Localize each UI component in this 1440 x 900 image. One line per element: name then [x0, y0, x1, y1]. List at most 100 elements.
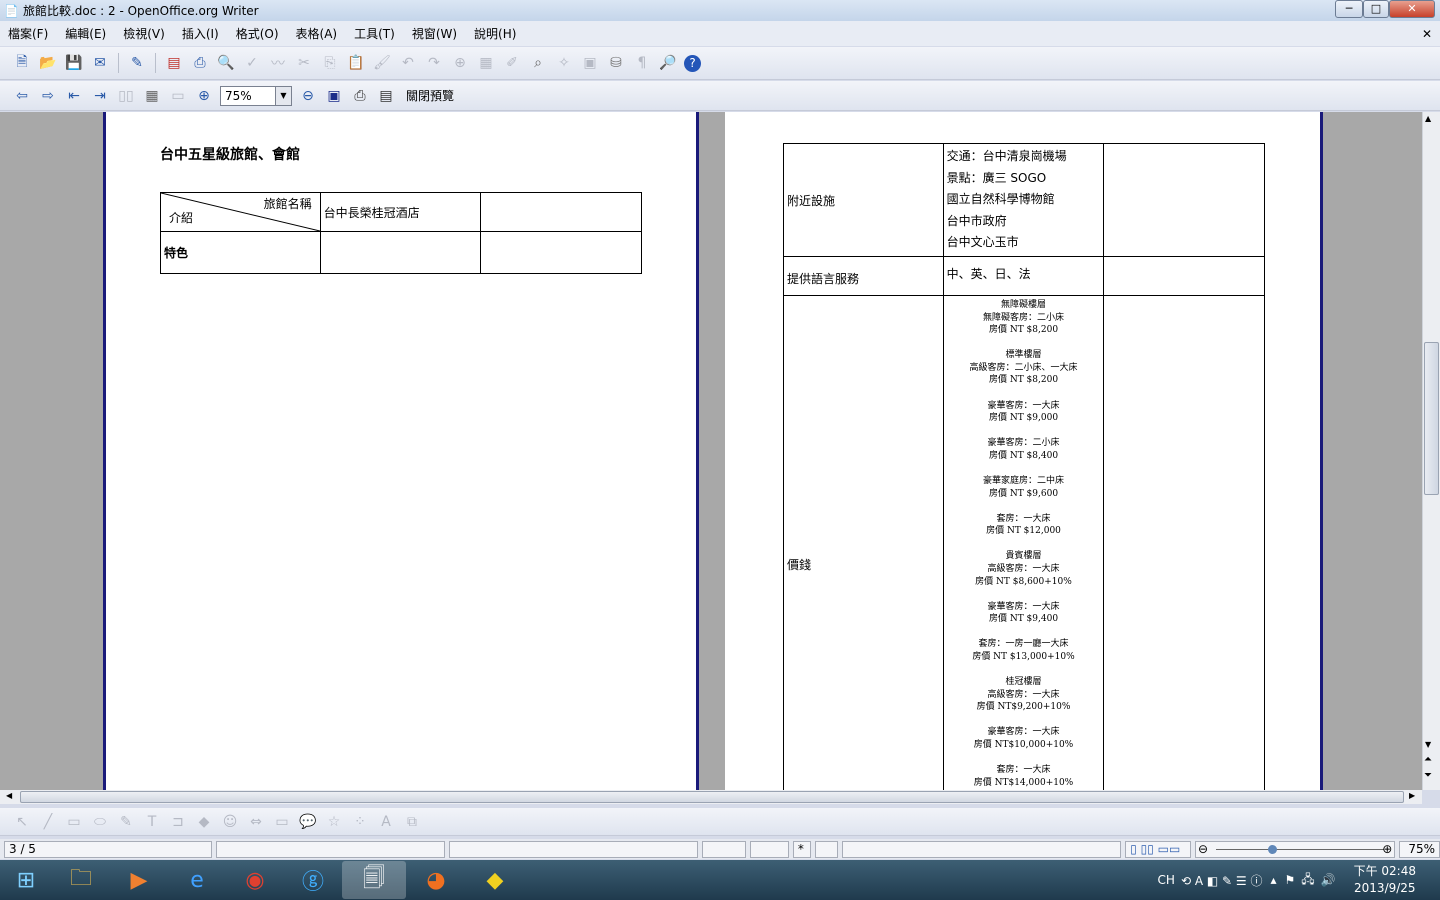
formatting-marks-icon[interactable]: ¶: [632, 53, 652, 73]
block-arrows-icon[interactable]: ⇔: [246, 812, 266, 832]
paste-icon[interactable]: 📋: [346, 53, 366, 73]
next-page-scroll-icon[interactable]: ⏷: [1424, 770, 1432, 781]
chevron-down-icon[interactable]: ▼: [275, 86, 291, 105]
menu-help[interactable]: 說明(H): [474, 25, 516, 42]
line-icon[interactable]: ╱: [38, 812, 58, 832]
text-icon[interactable]: T: [142, 812, 162, 832]
select-icon[interactable]: ↖: [12, 812, 32, 832]
callout-icon[interactable]: ⊐: [168, 812, 188, 832]
spellcheck-icon[interactable]: ✓: [242, 53, 262, 73]
ellipse-icon[interactable]: ⬭: [90, 812, 110, 832]
find-replace-icon[interactable]: ⌕: [528, 53, 548, 73]
multiple-pages-icon[interactable]: ▦: [142, 86, 162, 106]
volume-icon[interactable]: 🔊: [1321, 873, 1336, 887]
two-pages-icon[interactable]: ▯▯: [116, 86, 136, 106]
edit-file-icon[interactable]: ✎: [127, 53, 147, 73]
network-icon[interactable]: 🖧: [1301, 870, 1314, 891]
close-button[interactable]: ✕: [1389, 0, 1435, 18]
horizontal-scrollbar[interactable]: ◀ ▶: [0, 790, 1422, 804]
first-page-icon[interactable]: ⇤: [64, 86, 84, 106]
show-hidden-icons[interactable]: ▴: [1270, 873, 1276, 887]
email-icon[interactable]: ✉: [90, 53, 110, 73]
input-language[interactable]: CH: [1158, 873, 1175, 887]
rectangle-icon[interactable]: ▭: [64, 812, 84, 832]
previous-page-scroll-icon[interactable]: ⏶: [1424, 754, 1432, 765]
media-player-icon[interactable]: ▶: [110, 861, 168, 899]
book-preview-icon[interactable]: ▭: [168, 86, 188, 106]
menu-file[interactable]: 檔案(F): [8, 25, 48, 42]
extrusion-icon[interactable]: ⧉: [402, 812, 422, 832]
scroll-left-icon[interactable]: ◀: [6, 791, 12, 800]
explorer-icon[interactable]: 🗀: [52, 861, 110, 899]
new-document-icon[interactable]: 🗎: [12, 53, 32, 73]
action-center-icon[interactable]: ⚑: [1284, 873, 1295, 887]
app-icon-g[interactable]: ⓖ: [284, 861, 342, 899]
full-screen-icon[interactable]: ▣: [324, 86, 344, 106]
selection-mode-field[interactable]: [750, 840, 789, 858]
zoom-out-slider-icon[interactable]: ⊖: [1198, 842, 1208, 857]
start-button[interactable]: ⊞: [0, 861, 52, 899]
hyperlink-icon[interactable]: ⊕: [450, 53, 470, 73]
gallery-icon[interactable]: ▣: [580, 53, 600, 73]
zoom-out-icon[interactable]: ⊖: [298, 86, 318, 106]
menu-edit[interactable]: 編輯(E): [65, 25, 106, 42]
zoom-in-slider-icon[interactable]: ⊕: [1382, 842, 1392, 857]
close-document-button[interactable]: ✕: [1422, 27, 1432, 41]
scroll-thumb[interactable]: [1424, 342, 1439, 495]
page-preview-icon[interactable]: 🔍: [216, 53, 236, 73]
menu-format[interactable]: 格式(O): [236, 25, 279, 42]
zoom-select[interactable]: 75% ▼: [220, 85, 292, 106]
previous-page-icon[interactable]: ⇦: [12, 86, 32, 106]
print-options-icon[interactable]: ▤: [376, 86, 396, 106]
openoffice-writer-task[interactable]: 🗐: [342, 861, 406, 899]
callouts-icon[interactable]: 💬: [298, 812, 318, 832]
fontwork-icon[interactable]: A: [376, 812, 396, 832]
stars-icon[interactable]: ☆: [324, 812, 344, 832]
autospellcheck-icon[interactable]: 〰: [268, 53, 288, 73]
print-preview-icon[interactable]: ⎙: [350, 86, 370, 106]
view-layout-icons[interactable]: ▯ ▯▯ ▭▭: [1125, 840, 1191, 858]
scroll-up-icon[interactable]: ▲: [1425, 114, 1431, 123]
next-page-icon[interactable]: ⇨: [38, 86, 58, 106]
zoom-icon[interactable]: 🔎: [658, 53, 678, 73]
clock[interactable]: 下午 02:48 2013/9/25: [1354, 863, 1416, 897]
data-sources-icon[interactable]: ⛁: [606, 53, 626, 73]
symbol-shapes-icon[interactable]: ☺: [220, 812, 240, 832]
close-preview-button[interactable]: 關閉預覽: [406, 87, 454, 104]
flowchart-icon[interactable]: ▭: [272, 812, 292, 832]
table-icon[interactable]: ▦: [476, 53, 496, 73]
navigator-icon[interactable]: ✧: [554, 53, 574, 73]
slider-thumb[interactable]: [1267, 844, 1277, 854]
points-icon[interactable]: ⁘: [350, 812, 370, 832]
menu-window[interactable]: 視窗(W): [412, 25, 457, 42]
zoom-slider[interactable]: ⊖ ⊕: [1194, 840, 1396, 858]
undo-icon[interactable]: ↶: [398, 53, 418, 73]
vertical-scrollbar[interactable]: ▲ ▼ ⏶ ⏷: [1422, 112, 1440, 790]
open-folder-icon[interactable]: 📂: [38, 53, 58, 73]
ime-icons[interactable]: ⟲ A ◧ ✎ ☰ ⓘ: [1181, 872, 1263, 889]
app-icon-yellow[interactable]: ◆: [466, 861, 524, 899]
basic-shapes-icon[interactable]: ◆: [194, 812, 214, 832]
export-pdf-icon[interactable]: ▤: [164, 53, 184, 73]
print-icon[interactable]: ⎙: [190, 53, 210, 73]
internet-explorer-icon[interactable]: e: [168, 861, 226, 899]
help-icon[interactable]: ?: [684, 54, 701, 72]
chrome-icon[interactable]: ◉: [226, 861, 284, 899]
insert-mode-field[interactable]: [701, 840, 747, 858]
save-icon[interactable]: 💾: [64, 53, 84, 73]
cut-icon[interactable]: ✂: [294, 53, 314, 73]
copy-icon[interactable]: ⎘: [320, 53, 340, 73]
scroll-down-icon[interactable]: ▼: [1425, 740, 1431, 749]
menu-table[interactable]: 表格(A): [296, 25, 338, 42]
menu-tools[interactable]: 工具(T): [354, 25, 395, 42]
zoom-in-icon[interactable]: ⊕: [194, 86, 214, 106]
horizontal-scroll-thumb[interactable]: [20, 791, 1404, 803]
menu-view[interactable]: 檢視(V): [123, 25, 165, 42]
firefox-icon[interactable]: ◕: [406, 861, 466, 899]
scroll-right-icon[interactable]: ▶: [1409, 791, 1415, 800]
minimize-button[interactable]: ─: [1335, 0, 1363, 18]
last-page-icon[interactable]: ⇥: [90, 86, 110, 106]
freeform-icon[interactable]: ✎: [116, 812, 136, 832]
draw-functions-icon[interactable]: ✐: [502, 53, 522, 73]
menu-insert[interactable]: 插入(I): [182, 25, 219, 42]
